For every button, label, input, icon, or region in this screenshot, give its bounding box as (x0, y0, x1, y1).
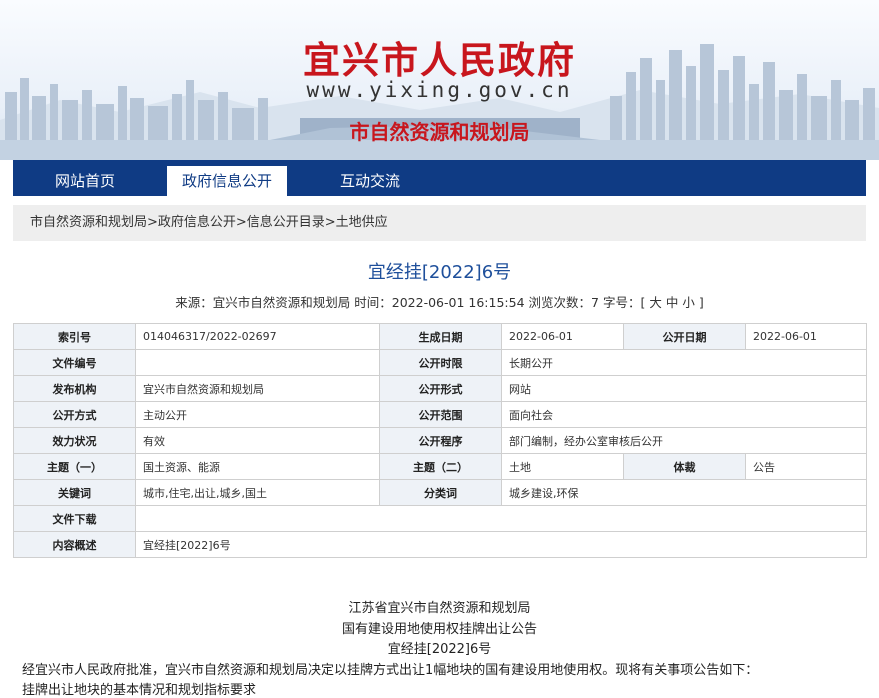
table-row: 文件编号 公开时限 长期公开 (13, 349, 867, 376)
views-value: 7 (591, 295, 599, 310)
site-banner: 宜兴市人民政府 www.yixing.gov.cn 市自然资源和规划局 (0, 0, 879, 160)
site-title: 宜兴市人民政府 (303, 38, 576, 82)
info-table: 索引号 014046317/2022-02697 生成日期 2022-06-01… (13, 323, 867, 558)
body-issuer: 江苏省宜兴市自然资源和规划局 (348, 601, 531, 616)
theme2-label: 主题（二） (379, 453, 502, 480)
procedure-value: 部门编制，经办公室审核后公开 (501, 427, 867, 454)
font-size-label: 字号：[ (602, 295, 646, 310)
keywords-value: 城市,住宅,出让,城乡,国土 (135, 479, 380, 506)
table-row: 公开方式 主动公开 公开范围 面向社会 (13, 401, 867, 428)
form-value: 网站 (501, 375, 867, 402)
table-row: 发布机构 宜兴市自然资源和规划局 公开形式 网站 (13, 375, 867, 402)
published-label: 公开日期 (623, 323, 746, 350)
validity-label: 效力状况 (13, 427, 136, 454)
font-large-button[interactable]: 大 (649, 295, 662, 310)
org-value: 宜兴市自然资源和规划局 (135, 375, 380, 402)
font-medium-button[interactable]: 中 (666, 295, 679, 310)
theme2-value: 土地 (501, 453, 624, 480)
table-row: 内容概述 宜经挂[2022]6号 (13, 531, 867, 558)
nav-home[interactable]: 网站首页 (35, 160, 135, 196)
download-label: 文件下载 (13, 505, 136, 532)
views-label: 浏览次数： (528, 295, 592, 310)
department-title: 市自然资源和规划局 (349, 120, 530, 144)
genre-label: 体裁 (623, 453, 746, 480)
category-value: 城乡建设,环保 (501, 479, 867, 506)
nav-gov-info[interactable]: 政府信息公开 (167, 166, 287, 196)
validity-value: 有效 (135, 427, 380, 454)
theme1-label: 主题（一） (13, 453, 136, 480)
table-row: 关键词 城市,住宅,出让,城乡,国土 分类词 城乡建设,环保 (13, 479, 867, 506)
table-row: 文件下载 (13, 505, 867, 532)
breadcrumb: 市自然资源和规划局>政府信息公开>信息公开目录>土地供应 (13, 205, 866, 241)
form-label: 公开形式 (379, 375, 502, 402)
source-value: 宜兴市自然资源和规划局 (212, 295, 351, 310)
table-row: 主题（一） 国土资源、能源 主题（二） 土地 体裁 公告 (13, 453, 867, 480)
site-url: www.yixing.gov.cn (306, 78, 573, 102)
source-label: 来源： (175, 295, 213, 310)
nav-interaction[interactable]: 互动交流 (315, 160, 425, 196)
font-small-button[interactable]: 小 (682, 295, 695, 310)
period-label: 公开时限 (379, 349, 502, 376)
created-label: 生成日期 (379, 323, 502, 350)
category-label: 分类词 (379, 479, 502, 506)
keywords-label: 关键词 (13, 479, 136, 506)
body-doc-number: 宜经挂[2022]6号 (387, 642, 492, 657)
table-row: 索引号 014046317/2022-02697 生成日期 2022-06-01… (13, 323, 867, 350)
published-value: 2022-06-01 (745, 323, 867, 350)
period-value: 长期公开 (501, 349, 867, 376)
breadcrumb-text[interactable]: 市自然资源和规划局>政府信息公开>信息公开目录>土地供应 (30, 205, 388, 241)
time-label: 时间： (354, 295, 392, 310)
theme1-value: 国土资源、能源 (135, 453, 380, 480)
scope-value: 面向社会 (501, 401, 867, 428)
method-label: 公开方式 (13, 401, 136, 428)
summary-label: 内容概述 (13, 531, 136, 558)
index-no-label: 索引号 (13, 323, 136, 350)
org-label: 发布机构 (13, 375, 136, 402)
download-value[interactable] (135, 505, 867, 532)
method-value: 主动公开 (135, 401, 380, 428)
table-row: 效力状况 有效 公开程序 部门编制，经办公室审核后公开 (13, 427, 867, 454)
body-paragraph-2: 挂牌出让地块的基本情况和规划指标要求 (22, 683, 257, 698)
article-meta: 来源：宜兴市自然资源和规划局 时间：2022-06-01 16:15:54 浏览… (0, 292, 879, 311)
doc-no-value (135, 349, 380, 376)
genre-value: 公告 (745, 453, 867, 480)
article-title: 宜经挂[2022]6号 (367, 262, 512, 283)
scope-label: 公开范围 (379, 401, 502, 428)
body-paragraph-1: 经宜兴市人民政府批准，宜兴市自然资源和规划局决定以挂牌方式出让1幅地块的国有建设… (22, 663, 759, 678)
doc-no-label: 文件编号 (13, 349, 136, 376)
index-no-value: 014046317/2022-02697 (135, 323, 380, 350)
main-nav: 网站首页 政府信息公开 互动交流 (13, 160, 866, 196)
time-value: 2022-06-01 16:15:54 (391, 295, 525, 310)
procedure-label: 公开程序 (379, 427, 502, 454)
body-notice-title: 国有建设用地使用权挂牌出让公告 (341, 622, 537, 637)
font-size-close: ] (698, 295, 704, 310)
created-value: 2022-06-01 (501, 323, 624, 350)
summary-value: 宜经挂[2022]6号 (135, 531, 867, 558)
